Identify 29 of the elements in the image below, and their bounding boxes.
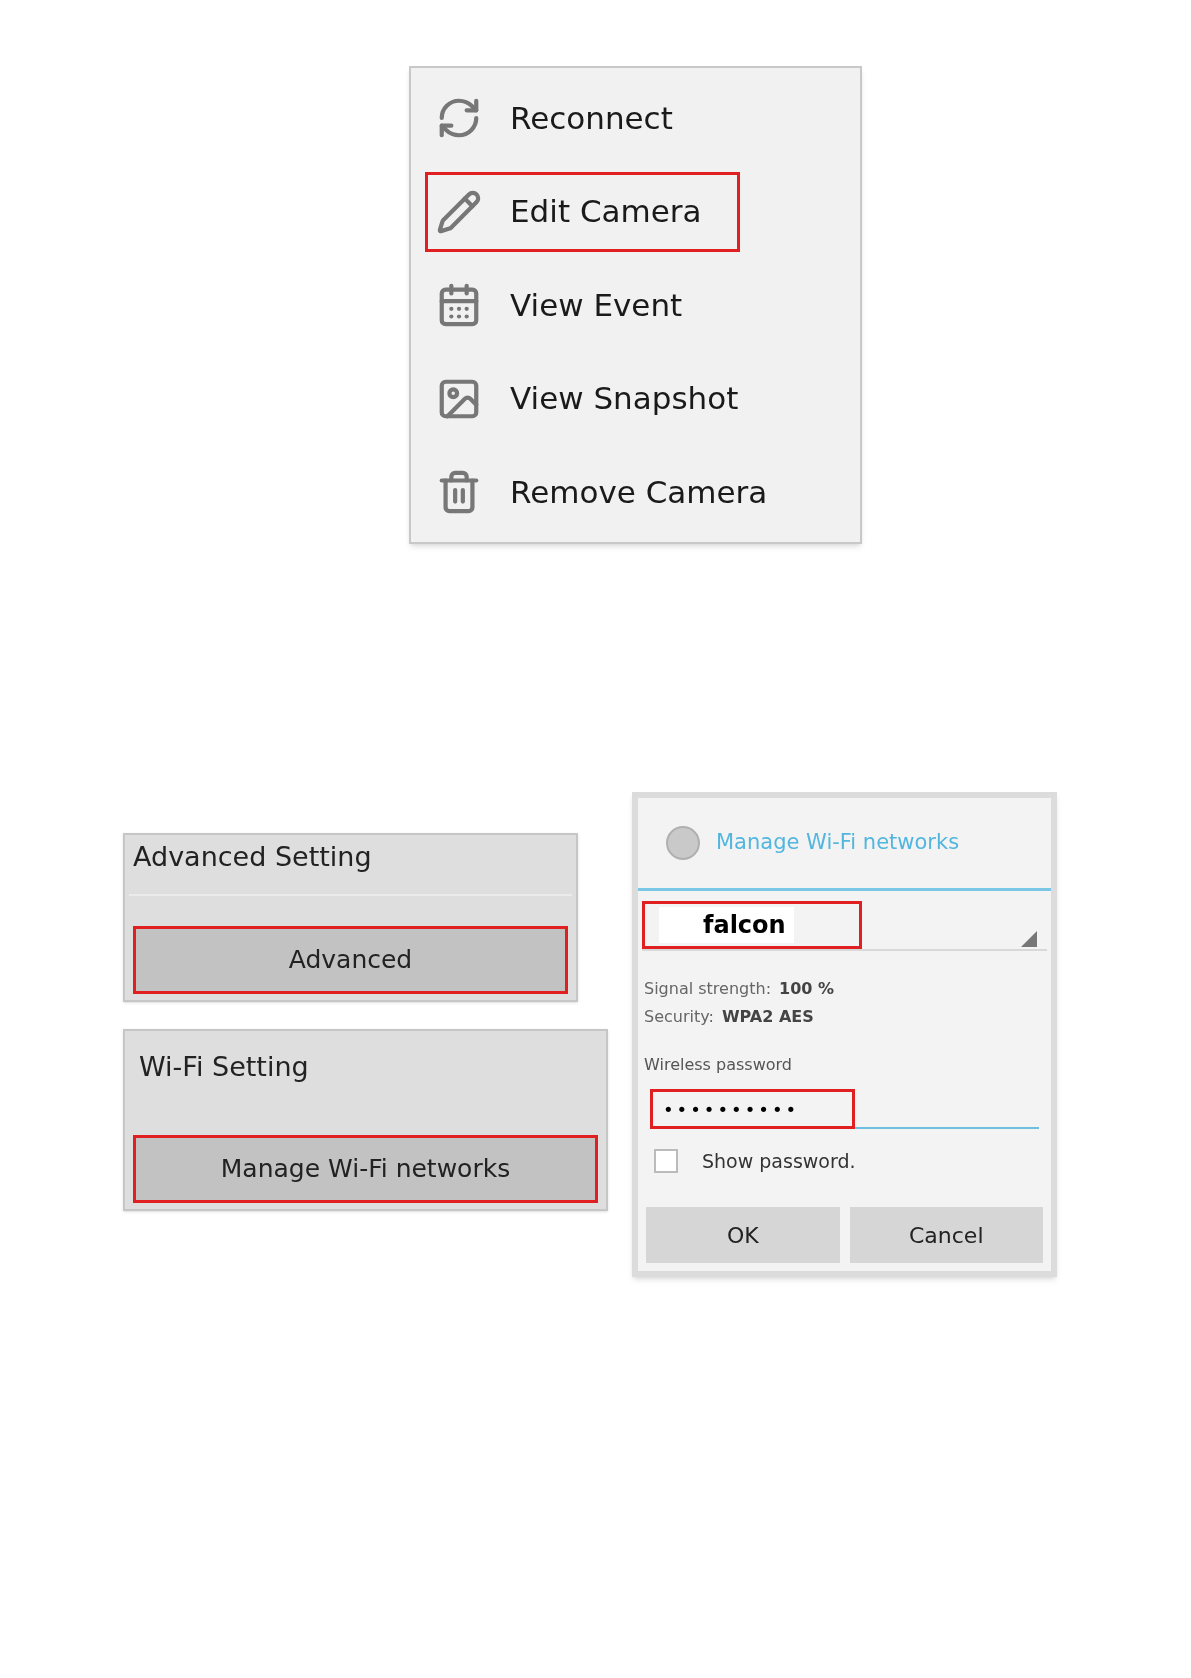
menu-item[interactable]: Reconnect	[425, 78, 684, 158]
info-label: Security:	[644, 1006, 714, 1028]
settings-button[interactable]: Advanced	[133, 926, 568, 994]
menu-item-label: View Event	[510, 285, 683, 325]
menu-item[interactable]: Edit Camera	[425, 171, 740, 252]
menu-item[interactable]: View Snapshot	[425, 358, 750, 439]
settings-button[interactable]: Manage Wi-Fi networks	[133, 1135, 598, 1203]
menu-item[interactable]: Remove Camera	[425, 452, 779, 532]
dialog-title: Manage Wi-Fi networks	[716, 829, 960, 857]
panel-title: Advanced Setting	[132, 840, 373, 874]
checkbox[interactable]	[654, 1149, 678, 1174]
menu-item-label: View Snapshot	[510, 379, 739, 419]
menu-item-label: Remove Camera	[510, 472, 768, 512]
dropdown-caret-icon	[1021, 931, 1037, 947]
password-value: ••••••••••	[663, 1097, 800, 1122]
panel-title: Wi-Fi Setting	[138, 1050, 310, 1084]
info-value: 100 %	[779, 978, 834, 1000]
checkbox-label: Show password.	[702, 1149, 856, 1174]
password-label: Wireless password	[643, 1054, 793, 1076]
info-value: WPA2 AES	[721, 1006, 814, 1028]
network-name: falcon	[659, 907, 794, 943]
menu-item-label: Reconnect	[510, 98, 673, 138]
dialog-button[interactable]: OK	[646, 1207, 840, 1263]
dialog-button[interactable]: Cancel	[849, 1207, 1043, 1263]
menu-item[interactable]: View Event	[425, 265, 694, 345]
info-label: Signal strength:	[644, 978, 771, 1000]
dialog-icon	[666, 826, 700, 860]
pencil-icon	[436, 188, 482, 235]
menu-item-label: Edit Camera	[510, 192, 702, 232]
